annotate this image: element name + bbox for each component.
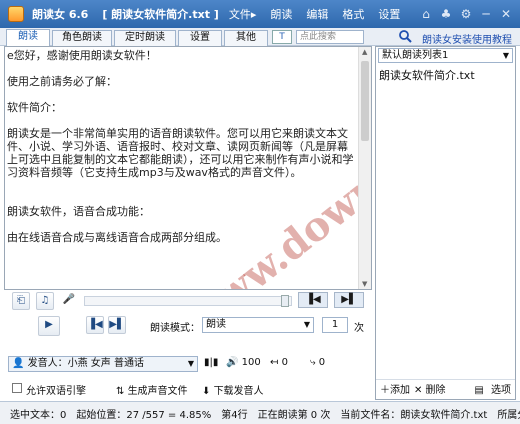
speed-value: 0	[281, 357, 288, 368]
speaker-value: 👤 发音人：小燕 女声 普通话	[12, 358, 144, 369]
status-current-file: 当前文件名：朗读女软件简介.txt	[340, 409, 488, 421]
playlist-select[interactable]: 默认朗读列表1 ▼	[378, 48, 513, 63]
status-bar: 选中文本：0 起始位置：27 /557 = 4.85% 第4行 正在朗读第 0 …	[0, 401, 520, 424]
playlist-actions: ＋添加 ✕ 删除 ▤ 选项	[376, 379, 515, 397]
music-icon[interactable]: ♫	[36, 292, 54, 310]
skip-back-icon[interactable]: ▐◀	[86, 316, 104, 334]
editor-line	[7, 88, 357, 101]
shirt-icon[interactable]: ♣	[438, 6, 454, 22]
menu-bar: 文件▸ 朗读 编辑 格式 设置	[229, 6, 415, 22]
home-icon[interactable]: ⌂	[418, 6, 434, 22]
menu-read[interactable]: 朗读	[270, 6, 292, 22]
microphone-icon[interactable]: 🎤	[60, 292, 78, 310]
previous-button[interactable]: ▐◀	[298, 292, 328, 308]
editor-line	[7, 62, 357, 75]
scroll-down-icon[interactable]: ▼	[362, 280, 367, 288]
document-title: [ 朗读女软件简介.txt ]	[102, 8, 219, 21]
pitch-setting[interactable]: ⤷ 0	[310, 357, 325, 368]
add-button[interactable]: ＋添加	[380, 381, 410, 396]
tab-bar: 朗读 角色朗读 定时朗读 设置 其他 T 点此搜索 朗读女安装使用教程	[0, 28, 520, 47]
playlist-item[interactable]: 朗读女软件简介.txt	[379, 67, 475, 83]
mode-label: 朗读模式：	[150, 323, 200, 334]
progress-slider-knob[interactable]	[281, 295, 289, 307]
download-speaker-button[interactable]: ⬇ 下载发音人	[202, 382, 264, 397]
menu-settings[interactable]: 设置	[378, 6, 400, 22]
editor-line: 软件简介：	[7, 101, 62, 114]
editor-line: 朗读女是一个非常简单实用的语音朗读软件。您可以用它来朗读文本文件、小说、学习外语…	[7, 127, 354, 179]
repeat-count-input[interactable]: 1	[322, 317, 348, 333]
scroll-up-icon[interactable]: ▲	[362, 48, 367, 56]
editor-scrollbar[interactable]: ▲ ▼	[358, 47, 371, 289]
download-speaker-label: 下载发音人	[213, 386, 264, 397]
next-button[interactable]: ▶▌	[334, 292, 364, 308]
app-title: 朗读女 6.6	[32, 8, 89, 21]
app-logo-icon	[8, 6, 24, 22]
volume-setting[interactable]: 🔊 100	[226, 357, 261, 368]
playlist-select-value: 默认朗读列表1	[382, 50, 449, 61]
status-line: 第4行	[221, 409, 248, 421]
status-reading: 正在朗读第 0 次	[257, 409, 331, 421]
wave-icon[interactable]: ▮|▮	[204, 357, 218, 368]
menu-edit[interactable]: 编辑	[306, 6, 328, 22]
mode-select-value: 朗读	[206, 319, 226, 330]
search-type-dropdown[interactable]: T	[272, 30, 292, 44]
minimize-icon[interactable]: ─	[478, 6, 494, 22]
generate-audio-label: 生成声音文件	[127, 386, 188, 397]
control-panel: ⎗ ♫ 🎤 ▐◀ ▶▌ ▶ ▐◀ ▶▌ 朗读模式： 朗读 ▼ 1 次 👤 发音人…	[4, 290, 372, 400]
tab-role-read[interactable]: 角色朗读	[52, 30, 112, 46]
bilingual-checkbox[interactable]	[12, 383, 22, 393]
menu-file[interactable]: 文件▸	[229, 6, 257, 22]
window-controls: ⌂ ♣ ⚙ ─ ✕	[414, 6, 514, 22]
speed-setting[interactable]: ↤ 0	[270, 357, 288, 368]
pitch-value: 0	[318, 357, 326, 368]
editor-line	[7, 179, 357, 192]
tab-other[interactable]: 其他	[224, 30, 268, 46]
chevron-down-icon: ▼	[502, 51, 509, 60]
options-button[interactable]: ▤ 选项	[474, 381, 511, 396]
editor-line: e您好，感谢使用朗读女软件！	[7, 49, 157, 62]
volume-value: 100	[241, 357, 261, 368]
tab-settings[interactable]: 设置	[178, 30, 222, 46]
options-label: 选项	[491, 385, 511, 396]
text-editor[interactable]: e您好，感谢使用朗读女软件！ 使用之前请务必了解： 软件简介： 朗读女是一个非常简单实…	[4, 46, 372, 290]
tutorial-link[interactable]: 朗读女安装使用教程	[422, 31, 512, 46]
scrollbar-thumb[interactable]	[361, 61, 369, 141]
playlist-panel: 默认朗读列表1 ▼ 朗读女软件简介.txt ＋添加 ✕ 删除 ▤ 选项	[375, 46, 516, 400]
editor-line	[7, 192, 357, 205]
status-selected: 选中文本：0	[10, 409, 67, 421]
search-input[interactable]: 点此搜索	[296, 30, 364, 44]
status-start: 起始位置：27 /557 = 4.85%	[76, 409, 212, 421]
generate-audio-button[interactable]: ⇅ 生成声音文件	[116, 382, 188, 397]
delete-button[interactable]: ✕ 删除	[414, 381, 446, 396]
search-icon[interactable]	[398, 29, 412, 43]
editor-line: 使用之前请务必了解：	[7, 75, 117, 88]
status-category: 所属分类	[497, 409, 520, 421]
editor-line	[7, 114, 357, 127]
chevron-down-icon: ▼	[303, 320, 310, 329]
mode-select[interactable]: 朗读 ▼	[202, 317, 314, 333]
tab-read[interactable]: 朗读	[6, 29, 50, 47]
menu-format[interactable]: 格式	[342, 6, 364, 22]
settings-icon[interactable]: ⚙	[458, 6, 474, 22]
play-button[interactable]: ▶	[38, 316, 60, 336]
bilingual-label: 允许双语引擎	[26, 386, 86, 397]
chevron-down-icon: ▼	[187, 359, 194, 368]
speaker-select[interactable]: 👤 发音人：小燕 女声 普通话 ▼	[8, 356, 198, 372]
close-icon[interactable]: ✕	[498, 6, 514, 22]
skip-forward-icon[interactable]: ▶▌	[108, 316, 126, 334]
progress-slider[interactable]	[84, 295, 292, 307]
open-file-icon[interactable]: ⎗	[12, 292, 30, 310]
tab-timed-read[interactable]: 定时朗读	[114, 30, 176, 46]
repeat-unit: 次	[354, 323, 364, 334]
title-bar: 朗读女 6.6 [ 朗读女软件简介.txt ] 文件▸ 朗读 编辑 格式 设置 …	[0, 0, 520, 28]
